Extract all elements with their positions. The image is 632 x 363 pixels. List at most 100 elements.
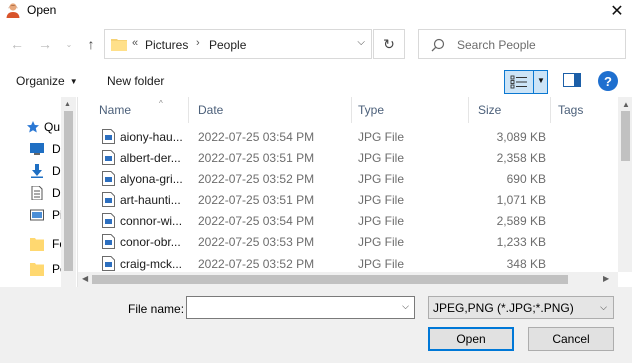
file-list: ^ Name Date Type Size Tags aiony-hau... … [77,97,632,287]
breadcrumb-separator-icon[interactable]: › [196,37,200,49]
sidebar-item-label: D [52,164,61,178]
open-button[interactable]: Open [428,327,514,351]
organize-label: Organize [16,74,65,88]
sidebar-scroll-thumb[interactable] [64,111,73,271]
sidebar-item-label: Qu [44,120,61,134]
file-date: 2022-07-25 03:54 PM [198,214,315,228]
file-list-horizontal-scrollbar[interactable]: ◀ ▶ [78,272,618,287]
preview-pane-icon[interactable] [563,73,581,87]
file-name-combobox[interactable]: ⌵ [186,296,415,319]
pictures-icon [30,209,44,221]
sidebar-item-label: D [52,142,61,156]
breadcrumb-people[interactable]: People [209,38,246,52]
file-row[interactable]: aiony-hau... 2022-07-25 03:54 PM JPG Fil… [78,126,618,147]
cancel-button-label: Cancel [552,332,590,346]
jpg-file-icon [102,234,115,249]
column-name-label: Name [99,103,132,117]
close-icon: ✕ [610,3,624,20]
navigation-pane: Qu D D D Pi Fo Pe ▲ [0,97,76,287]
file-name: aiony-hau... [120,130,183,144]
file-row[interactable]: craig-mck... 2022-07-25 03:52 PM JPG Fil… [78,253,618,274]
open-button-label: Open [456,332,486,346]
file-name-field[interactable] [191,300,391,315]
dialog-footer: File name: ⌵ JPEG,PNG (*.JPG;*.PNG) ⌵ Op… [0,287,632,363]
file-row[interactable]: conor-obr... 2022-07-25 03:53 PM JPG Fil… [78,231,618,252]
breadcrumb-pictures[interactable]: Pictures [145,38,188,52]
jpg-file-icon [102,150,115,165]
chevron-down-icon[interactable]: ⌵ [357,37,365,48]
file-type-filter-value: JPEG,PNG (*.JPG;*.PNG) [433,301,574,315]
jpg-file-icon [102,213,115,228]
caret-down-icon[interactable]: ▼ [537,76,545,85]
file-row[interactable]: alyona-gri... 2022-07-25 03:52 PM JPG Fi… [78,168,618,189]
file-date: 2022-07-25 03:52 PM [198,172,315,186]
file-name: craig-mck... [120,257,183,271]
file-type: JPG File [358,214,405,228]
column-divider[interactable] [468,97,469,123]
file-name: connor-wi... [120,214,183,228]
file-name-label: File name: [128,302,185,316]
address-overflow-marker[interactable]: « [132,37,138,49]
horizontal-scroll-thumb[interactable] [92,275,568,284]
new-folder-button[interactable]: New folder [107,74,164,88]
forward-button[interactable]: → [36,35,54,53]
column-divider[interactable] [550,97,551,123]
vertical-scroll-thumb[interactable] [621,111,630,161]
column-size-label: Size [478,103,502,117]
file-type: JPG File [358,193,405,207]
up-button[interactable]: ↑ [82,35,100,53]
back-button[interactable]: ← [8,35,26,53]
scroll-up-icon[interactable]: ▲ [622,100,630,109]
column-tags[interactable]: Tags [558,103,583,117]
cancel-button[interactable]: Cancel [528,327,614,351]
window-title: Open [27,3,57,17]
arrow-up-icon: ↑ [87,36,95,52]
file-type: JPG File [358,235,405,249]
column-name[interactable]: ^ Name [99,99,163,117]
file-size: 2,358 KB [496,151,546,165]
folder-icon [30,263,44,276]
user-icon [6,3,20,18]
column-date[interactable]: Date [198,103,223,117]
column-divider[interactable] [188,97,189,123]
column-divider[interactable] [351,97,352,123]
file-size: 690 KB [506,172,546,186]
close-button[interactable]: ✕ [602,0,632,22]
new-folder-label: New folder [107,74,165,88]
chevron-down-icon[interactable]: ⌵ [402,301,409,312]
desktop-icon [30,143,44,155]
file-name: alyona-gri... [120,172,183,186]
chevron-down-icon: ⌄ [65,39,73,49]
scroll-left-icon[interactable]: ◀ [82,274,88,283]
file-type-filter[interactable]: JPEG,PNG (*.JPG;*.PNG) ⌵ [428,296,614,319]
file-size: 1,071 KB [496,193,546,207]
file-row[interactable]: art-haunti... 2022-07-25 03:51 PM JPG Fi… [78,189,618,210]
details-view-icon [510,75,527,89]
column-tags-label: Tags [558,103,584,117]
file-size: 1,233 KB [496,235,546,249]
scroll-up-icon[interactable]: ▲ [64,101,71,108]
column-size[interactable]: Size [478,103,501,117]
column-type[interactable]: Type [358,103,384,117]
address-bar[interactable]: « Pictures › People ⌵ [104,29,372,59]
file-row[interactable]: albert-der... 2022-07-25 03:51 PM JPG Fi… [78,147,618,168]
refresh-button[interactable]: ↻ [373,29,405,59]
search-input[interactable] [457,36,617,54]
change-view-button[interactable]: ▼ [504,70,548,94]
scroll-right-icon[interactable]: ▶ [603,274,609,283]
title-bar: Open ✕ [0,0,632,22]
recent-locations-button[interactable]: ⌄ [60,35,78,53]
search-box[interactable] [418,29,626,59]
file-date: 2022-07-25 03:53 PM [198,235,315,249]
sidebar-scrollbar[interactable]: ▲ [61,97,76,287]
download-icon [31,164,43,178]
help-icon[interactable]: ? [598,71,618,91]
file-type: JPG File [358,151,405,165]
file-list-vertical-scrollbar[interactable]: ▲ [618,97,632,272]
file-size: 348 KB [506,257,546,271]
column-date-label: Date [198,103,224,117]
organize-button[interactable]: Organize ▼ [16,74,78,88]
folder-icon [30,238,44,251]
file-row[interactable]: connor-wi... 2022-07-25 03:54 PM JPG Fil… [78,210,618,231]
jpg-file-icon [102,256,115,271]
